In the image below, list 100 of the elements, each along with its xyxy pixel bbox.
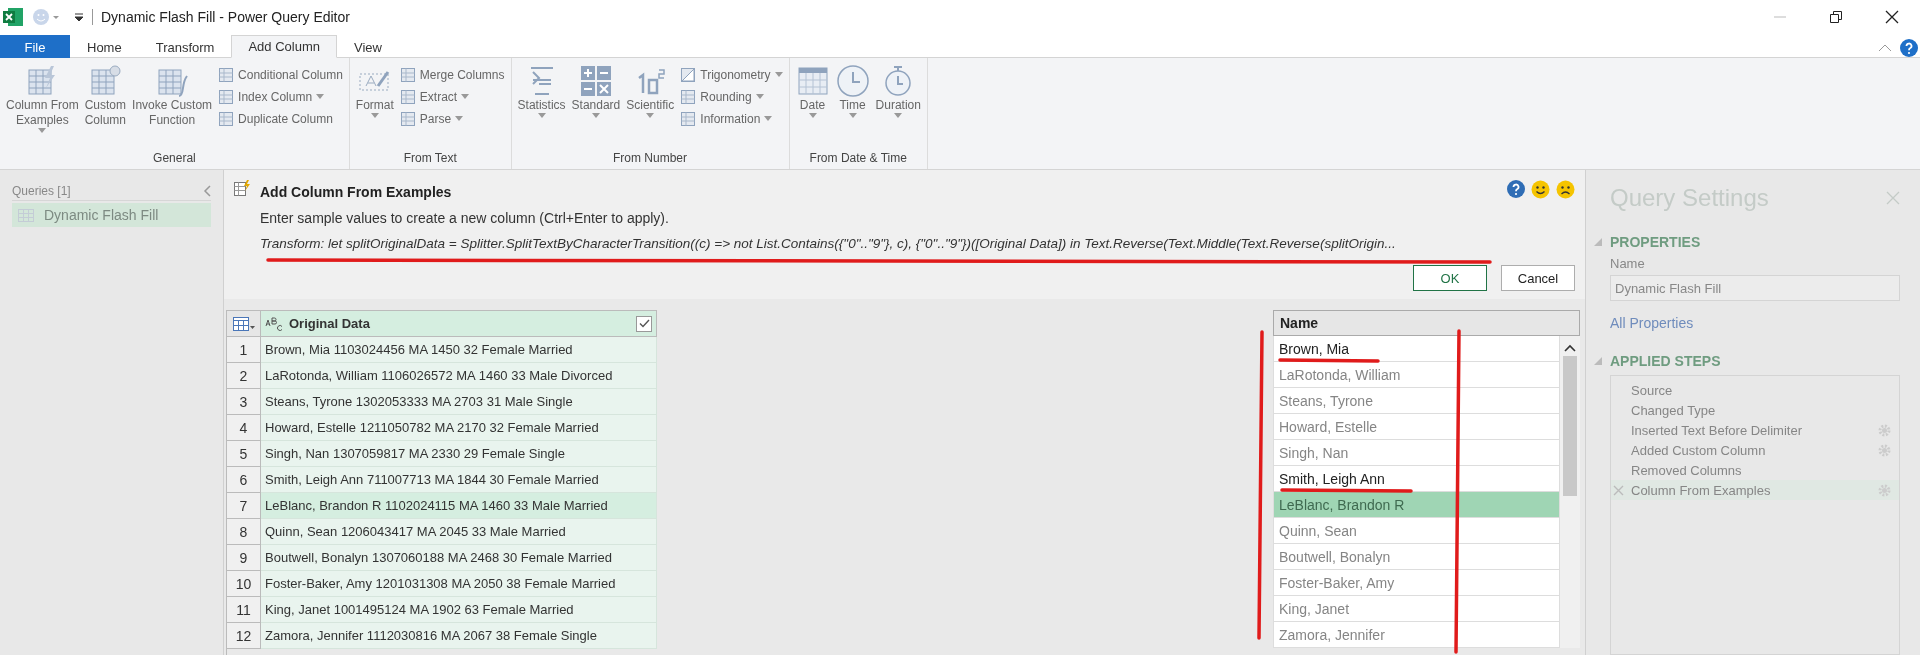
table-icon <box>18 208 34 222</box>
caret-icon <box>808 113 817 118</box>
field-label: Name <box>1610 256 1646 271</box>
table-lightning-icon <box>234 180 250 196</box>
ok-button[interactable]: OK <box>1413 265 1487 291</box>
table-cell: Singh, Nan 1307059817 MA 2330 29 Female Single <box>261 441 657 467</box>
all-properties-link[interactable]: All Properties <box>1610 315 1900 331</box>
ribbon-button[interactable]: Custom Column <box>82 62 129 149</box>
ribbon-button[interactable]: Trigonometry <box>678 64 785 85</box>
example-cell[interactable]: Howard, Estelle <box>1273 414 1560 440</box>
scroll-up-icon <box>1564 344 1576 352</box>
example-cell[interactable]: Smith, Leigh Ann <box>1273 466 1560 492</box>
table-cell: King, Janet 1001495124 MA 1902 63 Female Married <box>261 597 657 623</box>
query-item[interactable]: Dynamic Flash Fill <box>12 203 211 227</box>
example-cell[interactable]: Boutwell, Bonalyn <box>1273 544 1560 570</box>
spreadsheet-app-icon <box>2 6 24 28</box>
example-cell[interactable]: LeBlanc, Brandon R <box>1273 492 1560 518</box>
scrollbar[interactable] <box>1560 336 1580 648</box>
help-icon[interactable] <box>1507 180 1525 198</box>
column-checkbox[interactable] <box>636 315 652 332</box>
minimize-icon <box>1774 16 1786 18</box>
ribbon-button[interactable]: Date <box>793 62 832 149</box>
caret-icon <box>370 113 379 118</box>
help-icon[interactable] <box>1900 39 1918 57</box>
ribbon-button[interactable]: Statistics <box>515 62 568 149</box>
column-header[interactable]: Original Data <box>261 310 657 337</box>
ribbon-button[interactable]: Parse <box>397 108 507 129</box>
close-icon <box>1885 10 1899 24</box>
table-cell: Quinn, Sean 1206043417 MA 2045 33 Male Married <box>261 519 657 545</box>
queries-title: Queries [1] <box>12 184 71 198</box>
ribbon-button[interactable]: Standard <box>569 62 623 149</box>
applied-step[interactable]: Source <box>1611 380 1899 400</box>
example-cell[interactable]: Foster-Baker, Amy <box>1273 570 1560 596</box>
table-cell: Smith, Leigh Ann 711007713 MA 1844 30 Female Married <box>261 467 657 493</box>
file-tab[interactable]: File <box>0 35 70 58</box>
frown-icon[interactable] <box>1556 180 1575 199</box>
column-header[interactable]: Name <box>1273 310 1580 336</box>
ribbon-button[interactable]: Invoke Custom Function <box>130 62 215 149</box>
applied-step[interactable]: Changed Type <box>1611 400 1899 420</box>
ribbon-button[interactable]: Duration <box>873 62 923 149</box>
applied-step[interactable]: Added Custom Column <box>1611 440 1899 460</box>
example-cell[interactable]: Quinn, Sean <box>1273 518 1560 544</box>
ribbon-tab[interactable]: View <box>337 35 399 58</box>
applied-step[interactable]: Removed Columns <box>1611 460 1899 480</box>
customize-dropdown-icon[interactable] <box>74 12 84 22</box>
ribbon-button[interactable]: Information <box>678 108 785 129</box>
ribbon-button[interactable]: Scientific <box>624 62 677 149</box>
table-cell: Brown, Mia 1103024456 MA 1450 32 Female Married <box>261 337 657 363</box>
ribbon-button[interactable]: Duplicate Column <box>216 108 345 129</box>
group-label: From Number <box>612 150 689 167</box>
ribbon-button[interactable]: Index Column <box>216 86 345 107</box>
example-cell[interactable]: Brown, Mia <box>1273 336 1560 362</box>
caret-icon <box>316 94 325 99</box>
collapse-ribbon-icon[interactable] <box>1878 44 1892 52</box>
ribbon-tab[interactable]: Transform <box>138 35 232 58</box>
smile-icon[interactable] <box>1531 180 1550 199</box>
ribbon-tab[interactable]: Home <box>70 35 139 58</box>
ribbon-button[interactable]: Time <box>833 62 872 149</box>
example-cell[interactable]: Zamora, Jennifer <box>1273 622 1560 648</box>
gear-icon <box>1878 423 1891 437</box>
row-number: 3 <box>227 389 261 415</box>
expanded-triangle-icon <box>1594 357 1602 365</box>
applied-step[interactable]: Column From Examples <box>1611 480 1899 500</box>
caret-icon <box>455 116 464 121</box>
table-cell: Boutwell, Bonalyn 1307060188 MA 2468 30 Female Married <box>261 545 657 571</box>
section-title: PROPERTIES <box>1610 234 1701 250</box>
group-label: From Date & Time <box>808 150 908 167</box>
gear-icon <box>1878 483 1891 497</box>
caret-icon <box>461 94 470 99</box>
pane-title: Add Column From Examples <box>260 184 453 200</box>
restore-icon <box>1830 11 1842 23</box>
ribbon-tab[interactable]: Add Column <box>231 35 337 58</box>
example-cell[interactable]: Singh, Nan <box>1273 440 1560 466</box>
cancel-button[interactable]: Cancel <box>1501 265 1575 291</box>
applied-step[interactable]: Inserted Text Before Delimiter <box>1611 420 1899 440</box>
caret-icon <box>848 113 857 118</box>
example-cell[interactable]: Steans, Tyrone <box>1273 388 1560 414</box>
name-field[interactable]: Dynamic Flash Fill <box>1610 275 1900 301</box>
ribbon-button[interactable]: Extract <box>397 86 507 107</box>
caret-icon <box>894 113 903 118</box>
table-menu-button[interactable] <box>227 310 261 337</box>
gear-icon <box>1878 443 1891 457</box>
section-title: APPLIED STEPS <box>1610 353 1721 369</box>
row-number: 2 <box>227 363 261 389</box>
caret-icon <box>764 116 773 121</box>
ribbon-button[interactable]: Format <box>353 62 396 149</box>
ribbon-button[interactable]: Merge Columns <box>397 64 507 85</box>
collapse-chevron-icon[interactable] <box>203 185 211 197</box>
triangle-icon <box>680 66 697 83</box>
row-number: 12 <box>227 623 261 649</box>
row-number: 4 <box>227 415 261 441</box>
ribbon-button[interactable]: Column From Examples <box>4 62 81 149</box>
table-menu-icon <box>232 316 255 331</box>
ribbon-button[interactable]: Rounding <box>678 86 785 107</box>
pane-description: Enter sample values to create a new column (Ctrl+Enter to apply). <box>260 210 670 226</box>
example-cell[interactable]: LaRotonda, William <box>1273 362 1560 388</box>
example-cell[interactable]: King, Janet <box>1273 596 1560 622</box>
table-cell: LaRotonda, William 1106026572 MA 1460 33 Male Divorced <box>261 363 657 389</box>
ribbon-button[interactable]: Conditional Column <box>216 64 345 85</box>
clock-icon <box>835 64 870 98</box>
